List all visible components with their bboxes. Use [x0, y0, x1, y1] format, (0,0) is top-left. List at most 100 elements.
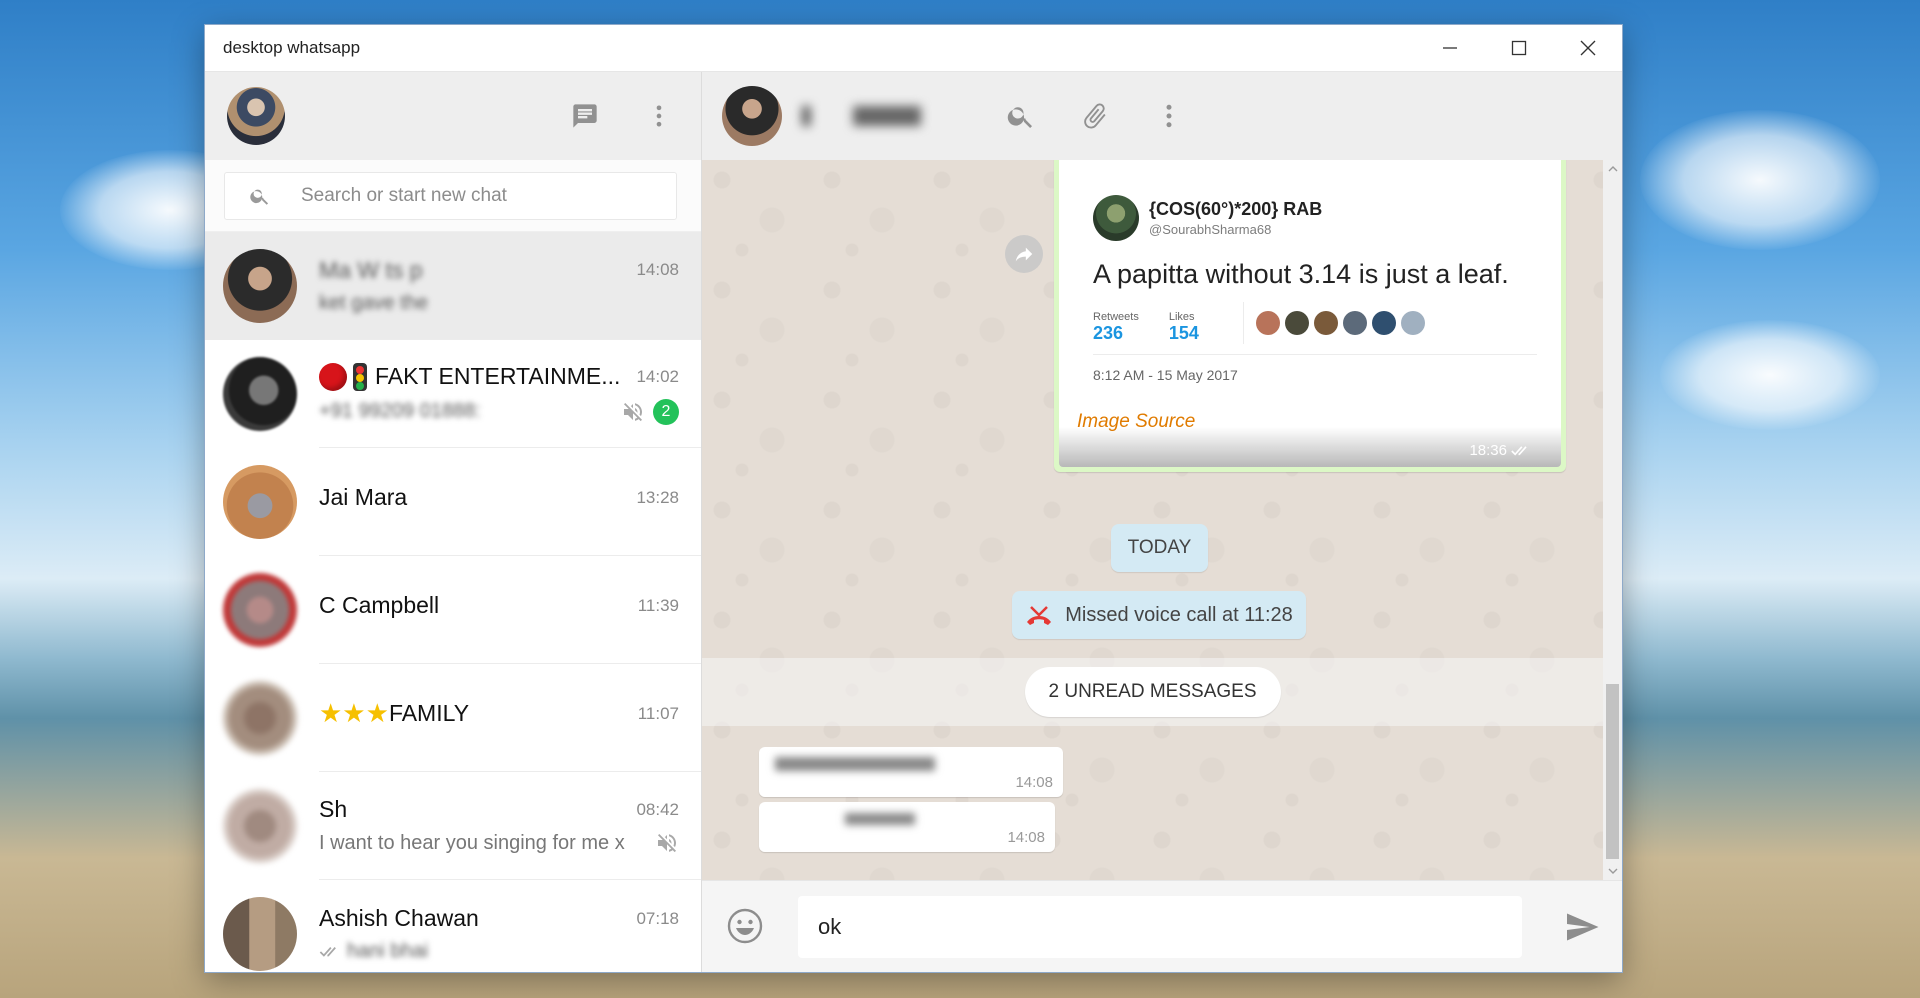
incoming-message[interactable]: 14:08 [759, 802, 1055, 852]
chat-name: Sh [319, 796, 348, 822]
chat-preview: +91 99209 01888: [319, 400, 481, 422]
incoming-message[interactable]: 14:08 [759, 747, 1063, 797]
chat-preview: I want to hear you singing for me x [319, 831, 625, 854]
send-icon [1567, 913, 1599, 940]
liker-avatar [1342, 311, 1367, 335]
message-text [775, 757, 935, 771]
chat-preview: hani bhai [347, 940, 429, 962]
attach-button[interactable] [1070, 91, 1120, 141]
chat-item[interactable]: ★★★ FAMILY 11:07 [205, 664, 701, 772]
close-icon [1580, 40, 1595, 56]
conversation-header [702, 72, 1622, 160]
new-chat-button[interactable] [563, 94, 607, 138]
chat-body: Ma W ts p 14:08 ket gave the [319, 232, 701, 340]
liker-avatar [1371, 311, 1396, 335]
chat-time: 13:28 [636, 487, 679, 507]
contact-avatar [223, 573, 297, 647]
chat-time: 11:07 [637, 703, 679, 723]
unread-divider-band: 2 UNREAD MESSAGES [702, 658, 1603, 726]
contact-avatar[interactable] [722, 86, 782, 146]
missed-call-notice[interactable]: Missed voice call at 11:28 [1012, 591, 1306, 639]
sidebar: Ma W ts p 14:08 ket gave the [205, 72, 702, 972]
contact-avatar [223, 897, 297, 971]
app-window: desktop whatsapp Search or start new cha… [205, 25, 1622, 972]
conversation-menu-button[interactable] [1144, 91, 1194, 141]
chat-item[interactable]: C Campbell 11:39 [205, 556, 701, 664]
search-box [224, 171, 677, 220]
message-time-text: 18:36 [1469, 442, 1507, 459]
desktop-cloud [1660, 320, 1880, 430]
liker-avatar [1284, 311, 1309, 335]
emoji-button[interactable] [726, 907, 766, 947]
paperclip-icon [1084, 103, 1106, 129]
chat-body: Sh 08:42 I want to hear you singing for … [319, 772, 701, 880]
forward-icon [1015, 247, 1033, 262]
liker-avatar [1313, 311, 1338, 335]
message-scrollbar[interactable] [1603, 160, 1622, 880]
contact-avatar [223, 357, 297, 431]
unread-count-badge: 2 [653, 398, 679, 425]
chat-item[interactable]: Jai Mara 13:28 [205, 448, 701, 556]
contact-avatar [223, 465, 297, 539]
liker-avatar [1400, 311, 1425, 335]
message-input[interactable] [798, 895, 1522, 958]
scrollbar-thumb[interactable] [1606, 684, 1619, 859]
chat-icon [573, 104, 597, 128]
contact-name[interactable] [802, 106, 972, 126]
contact-avatar [223, 249, 297, 323]
close-button[interactable] [1553, 25, 1622, 72]
image-message[interactable]: {COS(60°)*200} RAB @SourabhSharma68 A pa… [1054, 160, 1566, 472]
forward-button[interactable] [1005, 235, 1043, 273]
message-time: 18:36 [1469, 442, 1531, 459]
chat-item[interactable]: FAKT ENTERTAINME... 14:02 +91 99209 0188… [205, 340, 701, 448]
liker-avatars [1242, 302, 1430, 344]
unread-divider: 2 UNREAD MESSAGES [1024, 667, 1281, 717]
message-time: 14:08 [1015, 774, 1053, 791]
missed-call-icon [1027, 606, 1052, 625]
chat-body: Ashish Chawan 07:18 hani bhai [319, 880, 701, 972]
chat-name: Ashish Chawan [319, 905, 479, 931]
search-icon [250, 189, 269, 205]
message-time: 14:08 [1007, 829, 1045, 846]
chat-time: 08:42 [636, 799, 679, 819]
traffic-light-emoji [353, 362, 367, 391]
chat-name: C Campbell [319, 592, 440, 618]
sidebar-menu-button[interactable] [637, 94, 681, 138]
date-divider: TODAY [1111, 524, 1208, 572]
composer [702, 880, 1622, 972]
contact-avatar [223, 789, 297, 863]
search-icon [1007, 107, 1032, 128]
chat-item[interactable]: Sh 08:42 I want to hear you singing for … [205, 772, 701, 880]
send-button[interactable] [1560, 905, 1604, 949]
message-text [845, 813, 915, 825]
chat-item[interactable]: Ashish Chawan 07:18 hani bhai [205, 880, 701, 972]
chat-body: ★★★ FAMILY 11:07 [319, 664, 701, 772]
tweet-handle: @SourabhSharma68 [1149, 222, 1272, 237]
sidebar-header [205, 72, 701, 160]
message-area[interactable]: {COS(60°)*200} RAB @SourabhSharma68 A pa… [702, 160, 1622, 880]
maximize-button[interactable] [1484, 25, 1553, 72]
window-title: desktop whatsapp [223, 38, 361, 57]
scroll-down-icon[interactable] [1608, 866, 1618, 876]
search-messages-button[interactable] [996, 91, 1046, 141]
star-emoji: ★★★ [319, 698, 389, 728]
conversation-pane: {COS(60°)*200} RAB @SourabhSharma68 A pa… [702, 72, 1622, 972]
likes-count: 154 [1168, 323, 1199, 343]
chat-time: 11:39 [637, 595, 679, 615]
likes-label: Likes [1168, 311, 1195, 323]
minimize-icon [1442, 47, 1457, 49]
minimize-button[interactable] [1415, 25, 1484, 72]
tweet-avatar [1093, 195, 1139, 241]
more-vertical-icon [656, 105, 662, 127]
scroll-up-icon[interactable] [1608, 164, 1618, 174]
chat-time: 14:02 [636, 366, 679, 386]
my-avatar[interactable] [227, 87, 285, 145]
chat-item[interactable]: Ma W ts p 14:08 ket gave the [205, 232, 701, 340]
missed-call-text: Missed voice call at 11:28 [1065, 603, 1293, 626]
muted-icon [658, 834, 677, 853]
tweet-text: A papitta without 3.14 is just a leaf. [1093, 259, 1509, 289]
search-input[interactable] [301, 184, 676, 207]
chat-body: Jai Mara 13:28 [319, 448, 701, 556]
double-check-icon [1511, 445, 1527, 456]
tweet-author: {COS(60°)*200} RAB [1149, 199, 1323, 219]
